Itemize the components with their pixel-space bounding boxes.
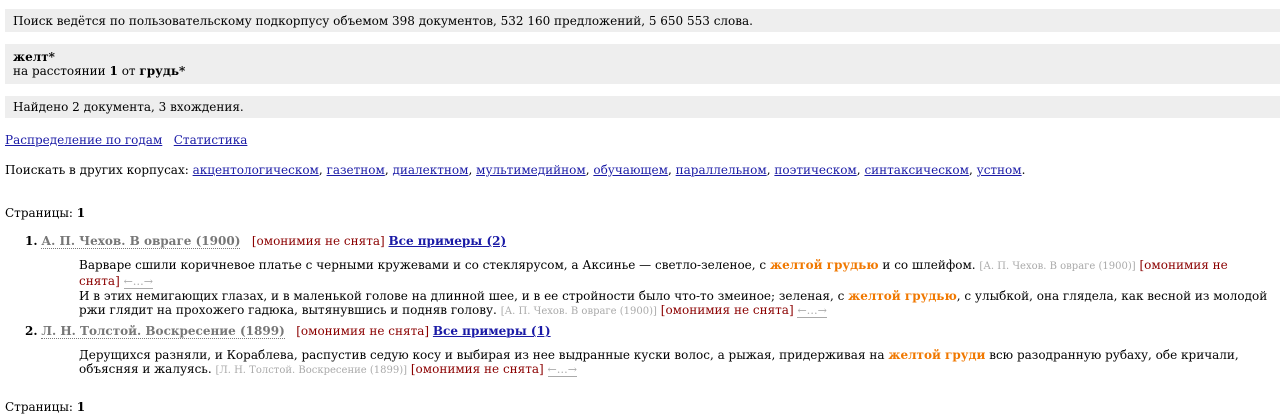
expand-context-link[interactable]: ←…→ — [123, 275, 154, 289]
corpus-link-8[interactable]: устном — [977, 163, 1022, 177]
result-snippet: Варваре сшили коричневое платье с черным… — [79, 258, 1268, 318]
result-title-link[interactable]: А. П. Чехов. В овраге (1900) — [41, 234, 241, 249]
corpus-link-5[interactable]: параллельном — [676, 163, 767, 177]
current-page: 1 — [76, 206, 86, 220]
corpus-link-3[interactable]: мультимедийном — [476, 163, 586, 177]
statistics-link[interactable]: Статистика — [174, 133, 248, 147]
snippet-source: [А. П. Чехов. В овраге (1900)] — [979, 261, 1136, 272]
result-snippet: Дерущихся разняли, и Кораблева, распусти… — [79, 348, 1239, 377]
all-examples-link[interactable]: Все примеры (1) — [433, 324, 551, 338]
query-distance-line: на расстоянии 1 от грудь* — [13, 64, 186, 78]
all-examples-link[interactable]: Все примеры (2) — [389, 234, 507, 248]
stats-links: Распределение по годам Статистика — [5, 133, 247, 147]
pagination-bottom: Страницы: 1 — [5, 400, 86, 414]
highlight-match: желтой грудью — [848, 289, 957, 303]
corpus-link-2[interactable]: диалектном — [393, 163, 469, 177]
query-distance: 1 — [109, 64, 118, 78]
expand-context-link[interactable]: ←…→ — [797, 304, 827, 318]
snippet-source: [А. П. Чехов. В овраге (1900)] — [500, 306, 657, 317]
pagination-top: Страницы: 1 — [5, 206, 86, 220]
omonymy-label: [омонимия не снята] — [251, 234, 385, 248]
query-word2: грудь* — [139, 64, 186, 78]
current-page: 1 — [76, 400, 86, 414]
result-number: 2. — [25, 324, 38, 338]
corpus-link-0[interactable]: акцентологическом — [193, 163, 319, 177]
omonymy-label: [омонимия не снята] — [296, 324, 430, 338]
subcorpus-info-box: Поиск ведётся по пользовательскому подко… — [5, 9, 1280, 32]
found-box: Найдено 2 документа, 3 вхождения. — [5, 96, 1280, 118]
highlight-match: желтой грудью — [769, 258, 879, 272]
expand-context-link[interactable]: ←…→ — [547, 363, 577, 377]
snippet-source: [Л. Н. Толстой. Воскресение (1899)] — [215, 365, 408, 376]
query-box: желт* на расстоянии 1 от грудь* — [5, 44, 1280, 84]
omonymy-label: [омонимия не снята] — [410, 362, 544, 376]
result-header: 1. А. П. Чехов. В овраге (1900) [омоними… — [25, 234, 507, 249]
years-distribution-link[interactable]: Распределение по годам — [5, 133, 162, 147]
other-corpora: Поискать в других корпусах: акцентологич… — [5, 163, 1026, 177]
query-word1: желт* — [13, 50, 55, 64]
corpus-link-6[interactable]: поэтическом — [774, 163, 856, 177]
found-text: Найдено 2 документа, 3 вхождения. — [13, 100, 244, 114]
result-title-link[interactable]: Л. Н. Толстой. Воскресение (1899) — [41, 324, 285, 339]
corpus-link-4[interactable]: обучающем — [593, 163, 668, 177]
result-header: 2. Л. Н. Толстой. Воскресение (1899) [ом… — [25, 324, 551, 339]
corpus-link-1[interactable]: газетном — [327, 163, 385, 177]
corpora-list: акцентологическом, газетном, диалектном,… — [192, 163, 1022, 177]
omonymy-label: [омонимия не снята] — [660, 303, 794, 317]
highlight-match: желтой груди — [888, 348, 986, 362]
result-number: 1. — [25, 234, 38, 248]
corpus-link-7[interactable]: синтаксическом — [864, 163, 969, 177]
subcorpus-info-text: Поиск ведётся по пользовательскому подко… — [13, 13, 753, 28]
other-corpora-label: Поискать в других корпусах: — [5, 163, 189, 177]
